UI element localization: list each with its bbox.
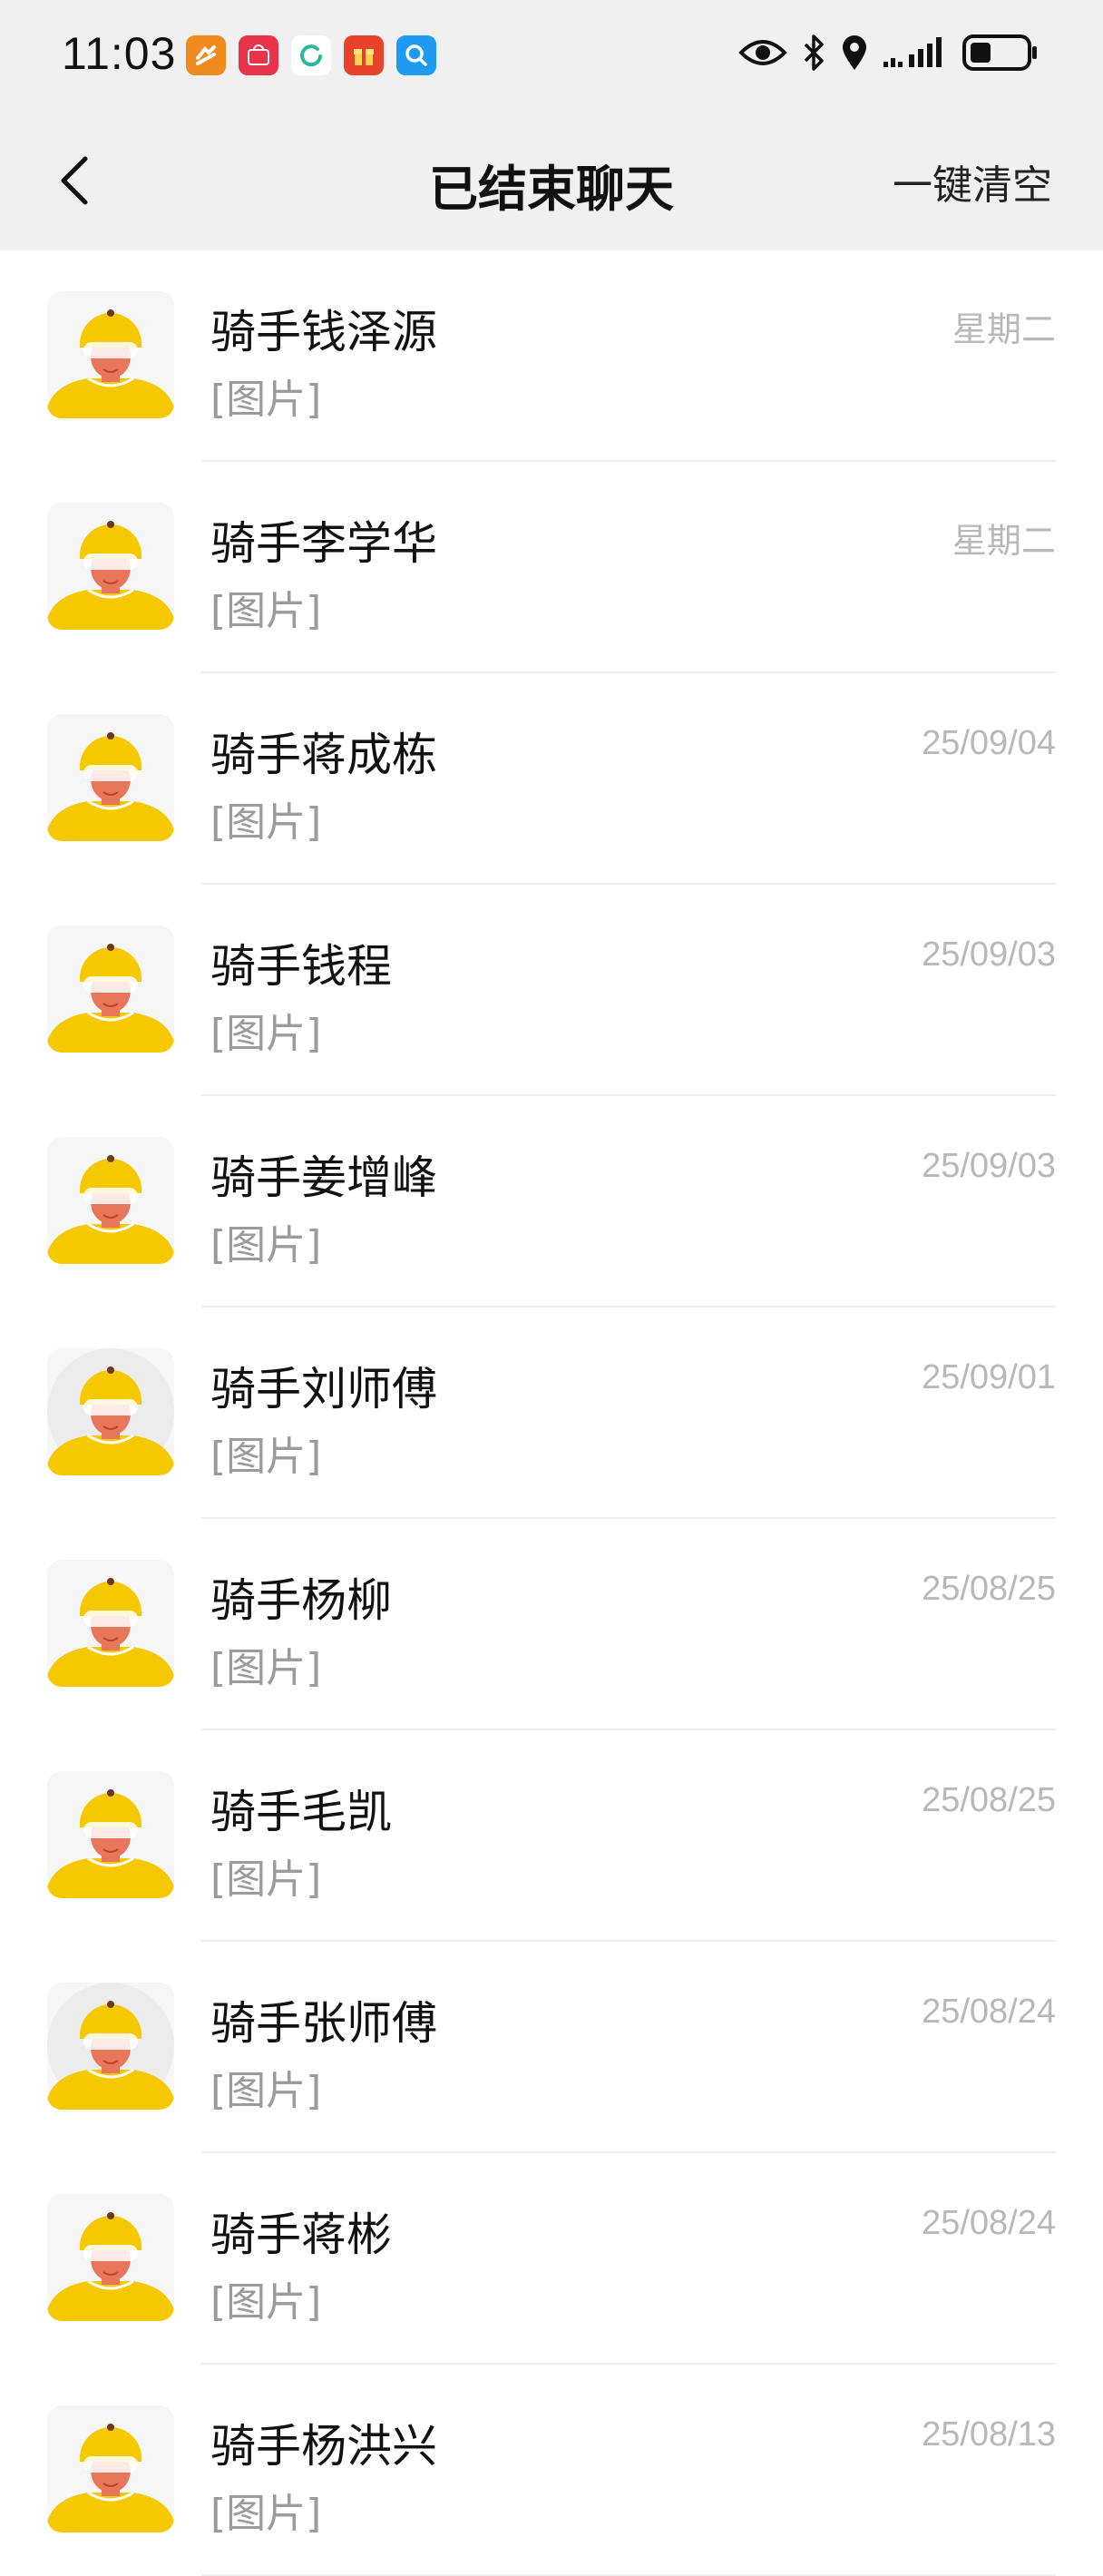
conversation-row[interactable]: 骑手蒋成栋 [图片] 25/09/04	[0, 673, 1103, 885]
message-time: 25/08/24	[922, 2204, 1056, 2242]
message-preview: [图片]	[210, 799, 322, 846]
rider-name: 骑手蒋彬	[210, 2209, 392, 2261]
conversation-row[interactable]: 骑手毛凯 [图片] 25/08/25	[0, 1730, 1103, 1942]
status-time: 11:03	[62, 28, 177, 79]
message-preview: [图片]	[210, 588, 322, 634]
taobao-icon	[186, 35, 226, 75]
rider-name: 骑手毛凯	[210, 1786, 392, 1838]
message-time: 25/08/24	[922, 1993, 1056, 2031]
message-preview: [图片]	[210, 1856, 322, 1903]
rider-name: 骑手张师傅	[210, 1997, 437, 2050]
message-preview: [图片]	[210, 377, 322, 423]
message-time: 25/09/03	[922, 935, 1056, 974]
gift-app-icon	[344, 35, 384, 75]
refresh-app-icon	[291, 35, 331, 75]
clear-all-button[interactable]: 一键清空	[893, 152, 1052, 211]
message-preview: [图片]	[210, 2491, 322, 2537]
nav-bar: 已结束聊天 一键清空	[0, 109, 1103, 250]
message-time: 25/09/03	[922, 1147, 1056, 1185]
message-time: 25/08/25	[922, 1781, 1056, 1819]
rider-avatar	[47, 1771, 174, 1898]
rider-name: 骑手钱泽源	[210, 306, 437, 358]
status-bar: 11:03	[0, 0, 1103, 109]
rider-avatar	[47, 1348, 174, 1475]
conversation-row[interactable]: 骑手杨柳 [图片] 25/08/25	[0, 1519, 1103, 1730]
conversation-row[interactable]: 骑手杨洪兴 [图片] 25/08/13	[0, 2365, 1103, 2576]
eye-icon	[738, 40, 787, 65]
rider-name: 骑手姜增峰	[210, 1151, 437, 1204]
rider-avatar	[47, 503, 174, 630]
rider-avatar	[47, 291, 174, 418]
rider-avatar	[47, 1983, 174, 2110]
message-time: 25/08/25	[922, 1570, 1056, 1608]
conversation-list: 骑手钱泽源 [图片] 星期二 骑手李学华 [图片] 星期二 骑手蒋成栋 [图片]…	[0, 250, 1103, 2576]
conversation-row[interactable]: 骑手姜增峰 [图片] 25/09/03	[0, 1096, 1103, 1308]
message-time: 25/09/04	[922, 724, 1056, 762]
rider-name: 骑手钱程	[210, 940, 392, 993]
status-app-icons	[186, 35, 436, 75]
conversation-row[interactable]: 骑手李学华 [图片] 星期二	[0, 462, 1103, 673]
rider-name: 骑手杨洪兴	[210, 2420, 437, 2473]
conversation-row[interactable]: 骑手钱泽源 [图片] 星期二	[0, 250, 1103, 462]
battery-icon	[962, 34, 1037, 71]
message-preview: [图片]	[210, 1645, 322, 1691]
rider-avatar	[47, 2194, 174, 2321]
rider-avatar	[47, 714, 174, 841]
conversation-row[interactable]: 骑手钱程 [图片] 25/09/03	[0, 885, 1103, 1096]
bluetooth-icon	[804, 34, 824, 71]
rider-name: 骑手蒋成栋	[210, 729, 437, 781]
message-time: 星期二	[952, 311, 1056, 349]
status-indicators	[738, 33, 1040, 73]
message-preview: [图片]	[210, 1434, 322, 1480]
rider-avatar	[47, 1137, 174, 1264]
rider-name: 骑手刘师傅	[210, 1363, 437, 1415]
huawei-store-icon	[239, 35, 278, 75]
message-preview: [图片]	[210, 1222, 322, 1268]
message-preview: [图片]	[210, 1011, 322, 1057]
message-time: 25/09/01	[922, 1358, 1056, 1396]
rider-avatar	[47, 1560, 174, 1687]
location-icon	[843, 35, 866, 70]
rider-name: 骑手杨柳	[210, 1574, 392, 1627]
signal-icon	[883, 37, 942, 67]
message-preview: [图片]	[210, 2279, 322, 2326]
rider-avatar	[47, 926, 174, 1053]
message-preview: [图片]	[210, 2068, 322, 2114]
message-time: 25/08/13	[922, 2415, 1056, 2454]
conversation-row[interactable]: 骑手刘师傅 [图片] 25/09/01	[0, 1308, 1103, 1519]
conversation-row[interactable]: 骑手蒋彬 [图片] 25/08/24	[0, 2153, 1103, 2365]
rider-name: 骑手李学华	[210, 517, 437, 570]
conversation-row[interactable]: 骑手张师傅 [图片] 25/08/24	[0, 1942, 1103, 2153]
rider-avatar	[47, 2405, 174, 2532]
search-app-icon	[396, 35, 436, 75]
message-time: 星期二	[952, 523, 1056, 561]
